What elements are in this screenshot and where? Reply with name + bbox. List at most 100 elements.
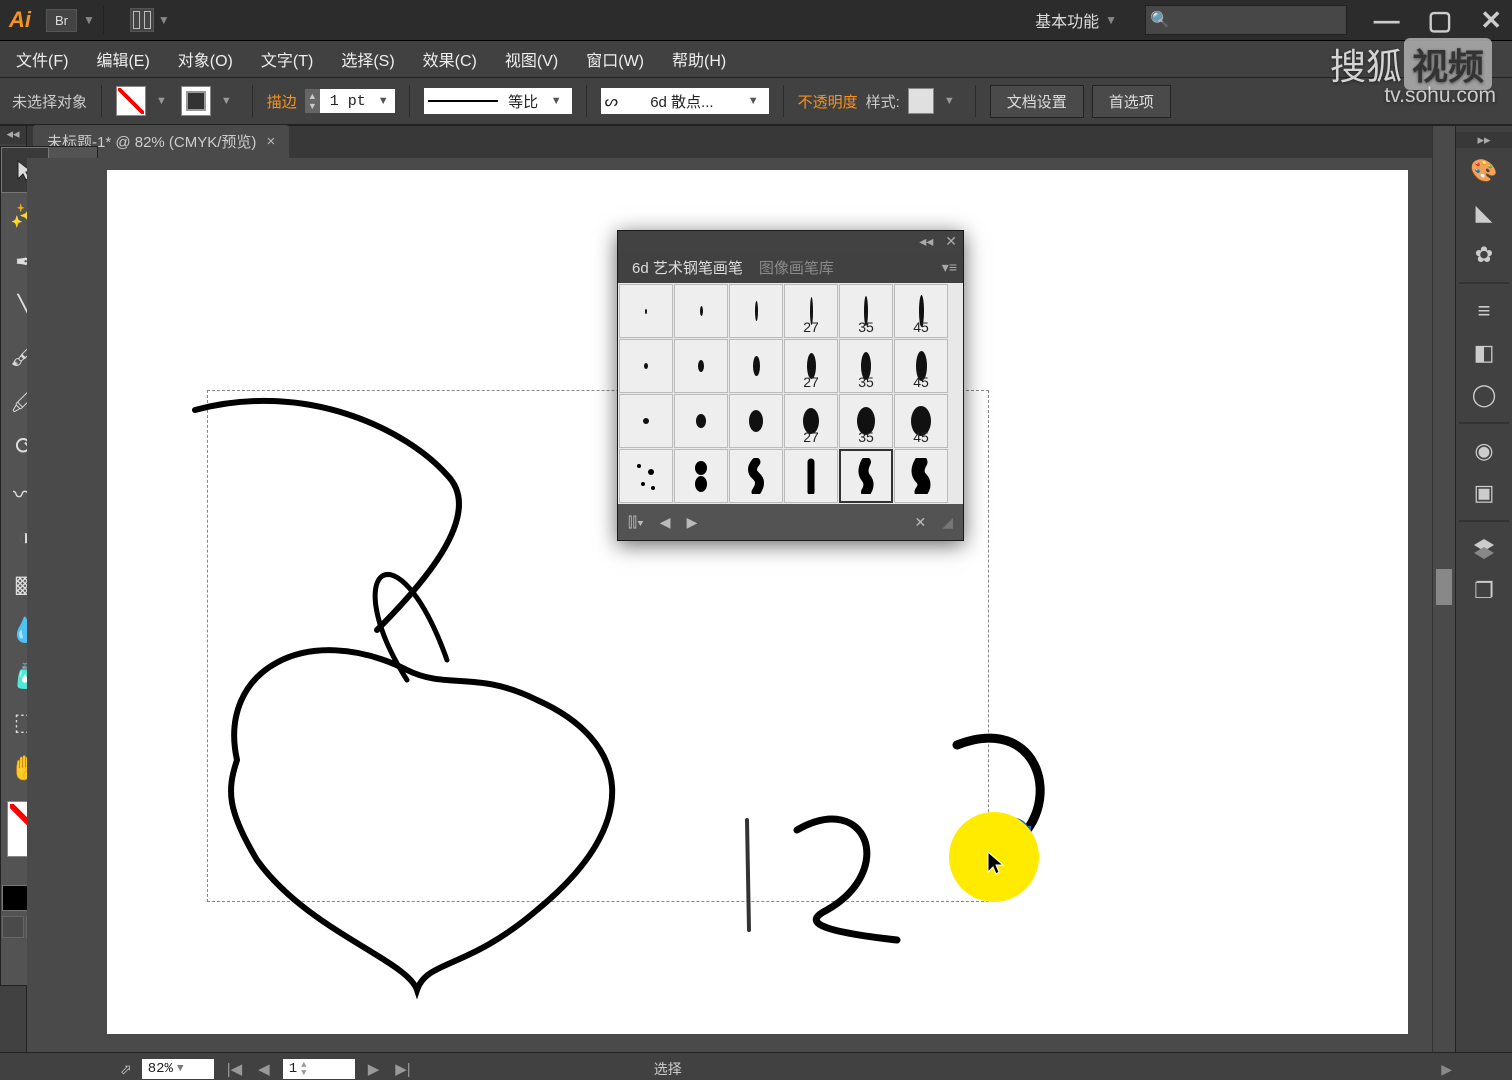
menu-window[interactable]: 窗口(W) [586,47,644,71]
transparency-panel-icon[interactable]: ◯ [1465,376,1503,414]
next-artboard-button[interactable]: ▶ [365,1060,383,1078]
bridge-button[interactable]: Br [46,9,77,32]
graphic-style-swatch[interactable] [908,88,934,114]
collapse-toggle[interactable]: ▸▸ [1456,132,1512,148]
kuler-panel-icon[interactable]: ✿ [1465,236,1503,274]
menu-object[interactable]: 对象(O) [178,47,233,71]
brush-library-panel[interactable]: ◂◂ ✕ 6d 艺术钢笔画笔 图像画笔库 ▾≡ 27 35 45 [617,230,964,541]
arrange-documents-icon[interactable] [130,8,154,32]
document-setup-button[interactable]: 文档设置 [990,85,1084,118]
stroke-label[interactable]: 描边 [267,91,297,112]
scrollbar-thumb[interactable] [1436,569,1452,605]
brush-panel-tab-inactive[interactable]: 图像画笔库 [751,252,842,283]
panel-menu-icon[interactable]: ▾≡ [942,259,957,276]
vertical-scrollbar[interactable] [1432,126,1455,1052]
stroke-panel-icon[interactable]: ≡ [1465,292,1503,330]
zoom-level-input[interactable]: 82%▼ [142,1059,214,1079]
brush-swatch[interactable] [894,449,948,503]
search-input[interactable]: 🔍 [1145,5,1347,35]
maximize-button[interactable]: ▢ [1428,5,1453,36]
graphic-styles-panel-icon[interactable]: ▣ [1465,474,1503,512]
first-artboard-button[interactable]: |◀ [224,1060,245,1078]
status-bar: ⬀ 82%▼ |◀ ◀ 1▲▼ ▶ ▶| 选择 ▶ [0,1052,1512,1080]
prev-library-icon[interactable]: ◀ [660,514,671,531]
variable-width-profile[interactable]: 等比▼ [424,88,572,114]
prev-artboard-button[interactable]: ◀ [255,1060,273,1078]
stroke-weight-input[interactable]: ▲▼ ▼ [305,89,395,113]
draw-normal[interactable] [2,916,24,938]
brush-panel-tab-active[interactable]: 6d 艺术钢笔画笔 [624,252,751,283]
brush-swatch[interactable]: 27 [784,394,838,448]
last-artboard-button[interactable]: ▶| [392,1060,413,1078]
brush-swatch[interactable] [619,339,673,393]
brush-swatch[interactable] [619,284,673,338]
color-panel-icon[interactable]: 🎨 [1465,152,1503,190]
brush-swatch[interactable] [674,449,728,503]
menu-effect[interactable]: 效果(C) [423,47,477,71]
chevron-down-icon[interactable]: ▼ [221,95,232,107]
brush-swatch[interactable] [674,394,728,448]
brush-swatch[interactable] [619,394,673,448]
close-tab-icon[interactable]: × [266,133,275,150]
opacity-label[interactable]: 不透明度 [798,91,858,112]
menu-view[interactable]: 视图(V) [505,47,558,71]
menu-edit[interactable]: 编辑(E) [96,47,149,71]
search-icon: 🔍 [1150,10,1170,30]
artboard-index-input[interactable]: 1▲▼ [283,1059,355,1079]
chevron-down-icon[interactable]: ▼ [156,95,167,107]
status-menu-icon[interactable]: ▶ [1441,1061,1452,1078]
canvas-viewport[interactable]: ◂◂ ✕ 6d 艺术钢笔画笔 图像画笔库 ▾≡ 27 35 45 [27,158,1432,1052]
brush-swatch[interactable]: 45 [894,394,948,448]
chevron-down-icon[interactable]: ▼ [158,13,170,27]
brush-swatch[interactable]: 27 [784,284,838,338]
brush-swatch[interactable]: 27 [784,339,838,393]
layers-panel-icon[interactable] [1465,530,1503,568]
canvas[interactable]: ◂◂ ✕ 6d 艺术钢笔画笔 图像画笔库 ▾≡ 27 35 45 [107,170,1408,1034]
library-menu-icon[interactable]: ⫿⫿▾ [628,514,644,531]
menu-select[interactable]: 选择(S) [341,47,394,71]
brush-swatch[interactable]: 45 [894,339,948,393]
preferences-button[interactable]: 首选项 [1092,85,1171,118]
right-dock: ▸▸ 🎨 ◣ ✿ ≡ ◧ ◯ ◉ ▣ ❐ [1455,126,1512,1052]
gradient-panel-icon[interactable]: ◧ [1465,334,1503,372]
next-library-icon[interactable]: ▶ [687,514,698,531]
artboards-panel-icon[interactable]: ❐ [1465,572,1503,610]
brush-definition[interactable]: ᔕ6d 散点...▼ [601,88,769,114]
panel-collapse-icon[interactable]: ◂◂ [919,233,933,250]
control-bar: 未选择对象 ▼ ▼ 描边 ▲▼ ▼ 等比▼ ᔕ6d 散点...▼ 不透明度 样式… [0,78,1512,126]
brush-swatch[interactable]: 35 [839,394,893,448]
document-area: 未标题-1* @ 82% (CMYK/预览) × [27,126,1432,1052]
brush-swatch-selected[interactable] [839,449,893,503]
brush-swatch[interactable] [729,339,783,393]
collapse-toggle[interactable]: ◂◂ [0,126,26,144]
resize-grip-icon: ◢ [942,514,953,531]
brush-swatch[interactable] [674,284,728,338]
stroke-swatch[interactable] [181,86,211,116]
appearance-panel-icon[interactable]: ◉ [1465,432,1503,470]
menu-type[interactable]: 文字(T) [261,47,313,71]
menu-file[interactable]: 文件(F) [16,47,68,71]
brush-swatch[interactable]: 45 [894,284,948,338]
chevron-down-icon[interactable]: ▼ [83,13,95,27]
export-icon[interactable]: ⬀ [120,1061,132,1078]
color-guide-panel-icon[interactable]: ◣ [1465,194,1503,232]
brush-swatch[interactable] [729,394,783,448]
workspace-switcher[interactable]: 基本功能 ▼ [1035,8,1117,32]
close-button[interactable]: ✕ [1480,5,1502,36]
panel-close-icon[interactable]: ✕ [945,233,957,250]
brush-swatch[interactable]: 35 [839,339,893,393]
brush-swatch[interactable] [674,339,728,393]
brush-swatch[interactable] [619,449,673,503]
style-label: 样式: [866,91,900,112]
panel-options-icon[interactable]: ✕ [914,514,926,531]
brush-swatch[interactable]: 35 [839,284,893,338]
minimize-button[interactable]: — [1374,5,1400,36]
menu-bar: 文件(F) 编辑(E) 对象(O) 文字(T) 选择(S) 效果(C) 视图(V… [0,41,1512,78]
brush-swatch[interactable] [729,284,783,338]
menu-help[interactable]: 帮助(H) [672,47,726,71]
fill-swatch[interactable] [116,86,146,116]
brush-swatch[interactable] [784,449,838,503]
brush-swatch[interactable] [729,449,783,503]
divider [103,6,104,34]
chevron-down-icon[interactable]: ▼ [944,95,955,107]
